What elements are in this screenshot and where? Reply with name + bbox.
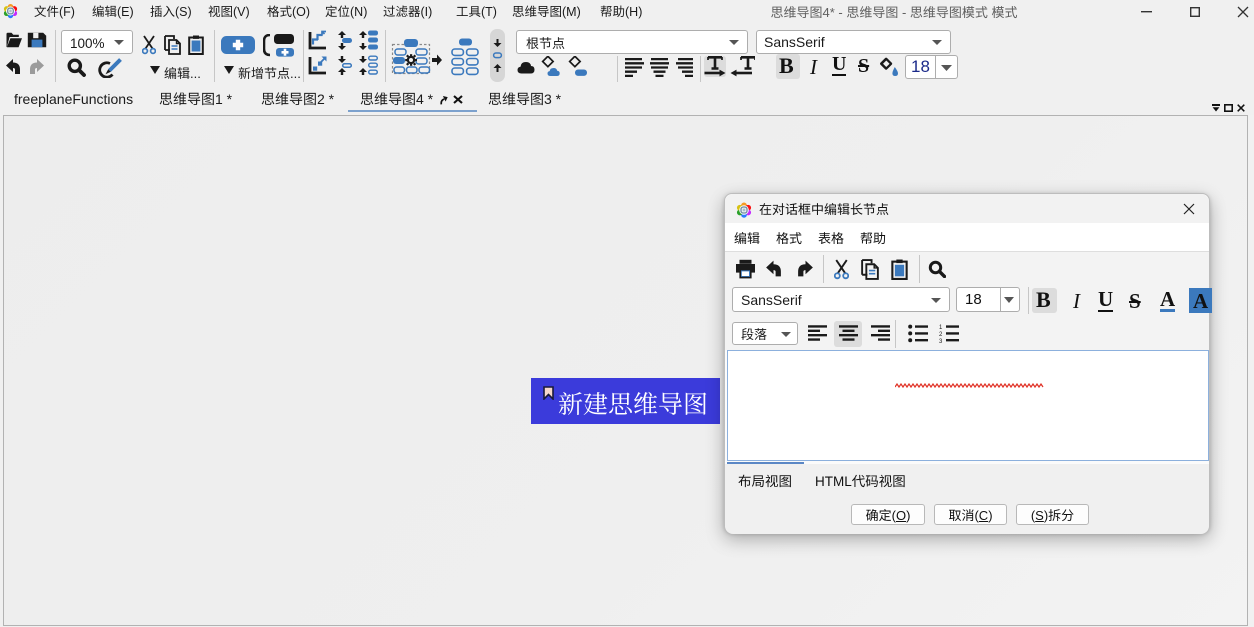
svg-text:2: 2 [939,332,943,338]
svg-text:1: 1 [939,325,943,331]
svg-text:3: 3 [939,339,943,343]
